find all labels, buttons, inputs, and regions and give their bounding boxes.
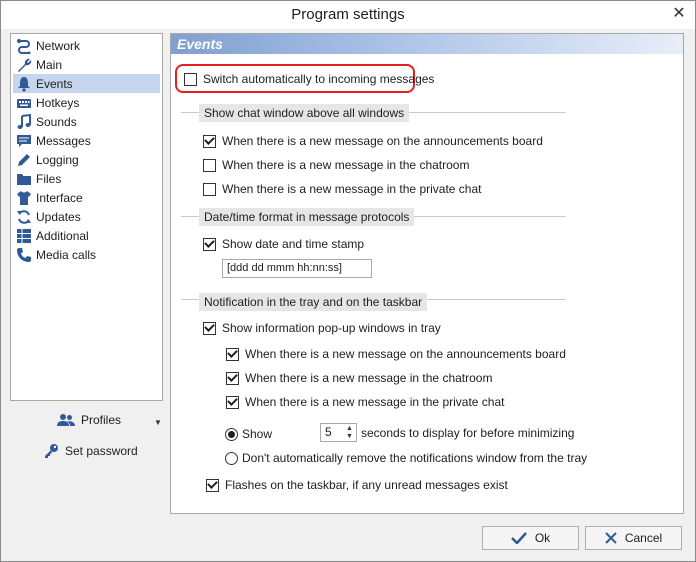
checkbox-label: Show date and time stamp xyxy=(222,237,365,251)
tray-chatroom-checkbox[interactable]: When there is a new message in the chatr… xyxy=(226,371,492,385)
checkbox-label: When there is a new message on the annou… xyxy=(245,347,566,361)
seconds-stepper[interactable]: 5 ▲ ▼ xyxy=(320,423,357,442)
profiles-label: Profiles xyxy=(81,413,122,427)
datetime-format-input[interactable]: [ddd dd mmm hh:nn:ss] xyxy=(222,259,372,278)
sidebar-item-logging[interactable]: Logging xyxy=(13,150,160,169)
sidebar-item-label: Additional xyxy=(36,228,89,243)
sidebar-item-files[interactable]: Files xyxy=(13,169,160,188)
close-icon[interactable]: ✕ xyxy=(671,6,687,22)
sidebar-item-label: Interface xyxy=(36,190,83,205)
checkbox-box[interactable] xyxy=(226,395,239,409)
bell-icon xyxy=(15,76,33,92)
settings-navigation: Network Main Events Hotkeys Sounds Messa… xyxy=(10,33,163,401)
set-password-label: Set password xyxy=(65,444,138,458)
checkbox-box[interactable] xyxy=(203,182,216,196)
sidebar-item-label: Media calls xyxy=(36,247,97,262)
checkbox-label: Show information pop-up windows in tray xyxy=(222,321,441,335)
checkbox-label: When there is a new message in the chatr… xyxy=(222,158,470,172)
show-duration-radio[interactable]: Show xyxy=(225,427,272,441)
shirt-icon xyxy=(15,190,33,206)
sidebar-item-events[interactable]: Events xyxy=(13,74,160,93)
sidebar-item-label: Events xyxy=(36,76,73,91)
show-popups-checkbox[interactable]: Show information pop-up windows in tray xyxy=(203,321,441,335)
seconds-value: 5 xyxy=(325,425,332,439)
title-bar: Program settings ✕ xyxy=(1,1,695,29)
keyboard-icon xyxy=(15,95,33,111)
flash-taskbar-checkbox[interactable]: Flashes on the taskbar, if any unread me… xyxy=(206,478,508,492)
ok-label: Ok xyxy=(534,531,551,545)
set-password-button[interactable]: Set password xyxy=(43,443,138,459)
ok-button[interactable]: Ok xyxy=(482,526,579,550)
show-date-stamp-checkbox[interactable]: Show date and time stamp xyxy=(203,237,364,251)
sidebar-item-label: Logging xyxy=(36,152,79,167)
checkbox-box[interactable] xyxy=(203,134,216,148)
music-note-icon xyxy=(15,113,33,130)
wrench-icon xyxy=(15,57,33,73)
checkbox-label: Flashes on the taskbar, if any unread me… xyxy=(225,478,508,492)
checkbox-box[interactable] xyxy=(203,158,216,172)
sidebar-item-label: Messages xyxy=(36,133,91,148)
key-icon xyxy=(43,443,59,459)
sidebar-item-main[interactable]: Main xyxy=(13,55,160,74)
chat-private-checkbox[interactable]: When there is a new message in the priva… xyxy=(203,182,481,196)
sidebar-item-hotkeys[interactable]: Hotkeys xyxy=(13,93,160,112)
close-icon xyxy=(605,532,617,544)
messages-icon xyxy=(15,133,33,149)
checkmark-icon xyxy=(510,532,527,544)
radio-circle[interactable] xyxy=(225,451,238,465)
group-title-chat-window: Show chat window above all windows xyxy=(199,104,410,122)
phone-icon xyxy=(15,247,33,263)
checkbox-box[interactable] xyxy=(203,321,216,335)
sidebar-item-label: Files xyxy=(36,171,62,186)
sidebar-item-messages[interactable]: Messages xyxy=(13,131,160,150)
checkbox-label: When there is a new message in the chatr… xyxy=(245,371,493,385)
group-title-datetime: Date/time format in message protocols xyxy=(199,208,415,226)
chevron-down-icon[interactable]: ▼ xyxy=(154,418,162,427)
program-settings-window: Program settings ✕ Network Main Events H… xyxy=(0,0,696,562)
sidebar-item-updates[interactable]: Updates xyxy=(13,207,160,226)
refresh-icon xyxy=(15,209,33,225)
sidebar-item-network[interactable]: Network xyxy=(13,36,160,55)
tray-private-checkbox[interactable]: When there is a new message in the priva… xyxy=(226,395,504,409)
sidebar-item-interface[interactable]: Interface xyxy=(13,188,160,207)
group-title-tray: Notification in the tray and on the task… xyxy=(199,293,428,311)
sidebar-item-additional[interactable]: Additional xyxy=(13,226,160,245)
checkbox-box[interactable] xyxy=(226,347,239,361)
pencil-icon xyxy=(15,152,33,168)
chat-chatroom-checkbox[interactable]: When there is a new message in the chatr… xyxy=(203,158,469,172)
window-title: Program settings xyxy=(291,6,405,23)
network-icon xyxy=(15,38,33,54)
checkbox-box[interactable] xyxy=(206,478,219,492)
seconds-suffix-label: seconds to display for before minimizing xyxy=(361,426,575,440)
cancel-label: Cancel xyxy=(624,531,663,545)
sidebar-item-media-calls[interactable]: Media calls xyxy=(13,245,160,264)
checkbox-label: Switch automatically to incoming message… xyxy=(203,72,435,86)
sidebar-item-label: Sounds xyxy=(36,114,77,129)
stepper-arrows-icon[interactable]: ▲ ▼ xyxy=(345,425,354,441)
sidebar-item-label: Hotkeys xyxy=(36,95,80,110)
grid-icon xyxy=(15,228,33,244)
checkbox-label: When there is a new message on the annou… xyxy=(222,134,543,148)
checkbox-box[interactable] xyxy=(203,237,216,251)
checkbox-box[interactable] xyxy=(184,72,197,86)
radio-label: Don't automatically remove the notificat… xyxy=(242,451,588,465)
checkbox-label: When there is a new message in the priva… xyxy=(222,182,482,196)
users-icon xyxy=(57,413,75,427)
checkbox-label: When there is a new message in the priva… xyxy=(245,395,505,409)
radio-circle[interactable] xyxy=(225,427,238,441)
switch-automatically-checkbox[interactable]: Switch automatically to incoming message… xyxy=(184,72,434,86)
checkbox-box[interactable] xyxy=(226,371,239,385)
sidebar-item-sounds[interactable]: Sounds xyxy=(13,112,160,131)
cancel-button[interactable]: Cancel xyxy=(585,526,682,550)
tray-announcements-checkbox[interactable]: When there is a new message on the annou… xyxy=(226,347,566,361)
profiles-button[interactable]: Profiles xyxy=(57,413,121,427)
sidebar-item-label: Main xyxy=(36,57,63,72)
dont-remove-radio[interactable]: Don't automatically remove the notificat… xyxy=(225,451,587,465)
chat-announcements-checkbox[interactable]: When there is a new message on the annou… xyxy=(203,134,543,148)
sidebar-item-label: Network xyxy=(36,38,81,53)
folder-icon xyxy=(15,171,33,187)
sidebar-item-label: Updates xyxy=(36,209,81,224)
panel-header: Events xyxy=(171,34,683,54)
radio-label: Show xyxy=(242,427,273,441)
